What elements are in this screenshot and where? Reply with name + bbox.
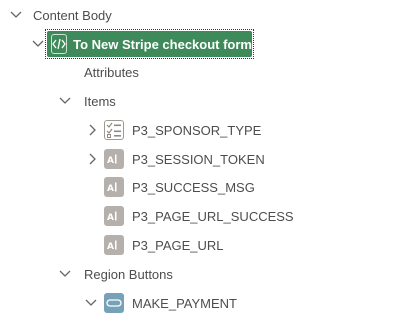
checkbox-list-icon <box>104 120 124 140</box>
svg-text:A: A <box>107 242 114 251</box>
text-field-icon: A <box>104 177 124 197</box>
button-icon <box>104 293 124 313</box>
chevron-down-icon[interactable] <box>31 37 45 51</box>
tree-node-items[interactable]: Items <box>84 89 116 113</box>
chevron-down-icon[interactable] <box>58 267 72 281</box>
chevron-down-icon[interactable] <box>84 296 98 310</box>
chevron-right-icon[interactable] <box>86 123 100 137</box>
tree-node-button[interactable]: MAKE_PAYMENT <box>104 291 237 315</box>
tree-node-item[interactable]: A P3_PAGE_URL <box>104 233 224 257</box>
text-field-icon: A <box>104 235 124 255</box>
tree-node-item[interactable]: A P3_PAGE_URL_SUCCESS <box>104 204 294 228</box>
chevron-down-icon[interactable] <box>58 94 72 108</box>
tree-node-item[interactable]: P3_SPONSOR_TYPE <box>104 118 261 142</box>
tree-node-label: P3_PAGE_URL <box>132 237 224 253</box>
tree-node-attributes[interactable]: Attributes <box>84 60 139 84</box>
svg-text:A: A <box>107 184 114 193</box>
tree-node-label: P3_SPONSOR_TYPE <box>132 122 262 138</box>
tree-node-label: MAKE_PAYMENT <box>132 295 237 311</box>
tree-node-label: P3_SUCCESS_MSG <box>132 179 255 195</box>
chevron-right-icon[interactable] <box>86 152 100 166</box>
tree-node-label: Content Body <box>33 7 112 23</box>
tree-node-label: Items <box>84 93 116 109</box>
tree-node-item[interactable]: A P3_SESSION_TOKEN <box>104 147 265 171</box>
tree-node-region-buttons[interactable]: Region Buttons <box>84 262 173 286</box>
tree-node-selected-region[interactable]: To New Stripe checkout form <box>45 29 254 59</box>
tree-node-label: Attributes <box>84 64 139 80</box>
svg-text:A: A <box>107 213 114 222</box>
tree-node-label: P3_PAGE_URL_SUCCESS <box>132 208 294 224</box>
code-icon <box>51 34 68 54</box>
tree-node-label: To New Stripe checkout form <box>73 36 252 52</box>
tree-node-content-body[interactable]: Content Body <box>9 3 112 27</box>
tree-node-label: P3_SESSION_TOKEN <box>132 151 265 167</box>
text-field-icon: A <box>104 206 124 226</box>
text-field-icon: A <box>104 149 124 169</box>
tree-node-label: Region Buttons <box>84 266 173 282</box>
tree-node-item[interactable]: A P3_SUCCESS_MSG <box>104 175 255 199</box>
svg-text:A: A <box>107 156 114 165</box>
chevron-down-icon[interactable] <box>9 8 23 22</box>
